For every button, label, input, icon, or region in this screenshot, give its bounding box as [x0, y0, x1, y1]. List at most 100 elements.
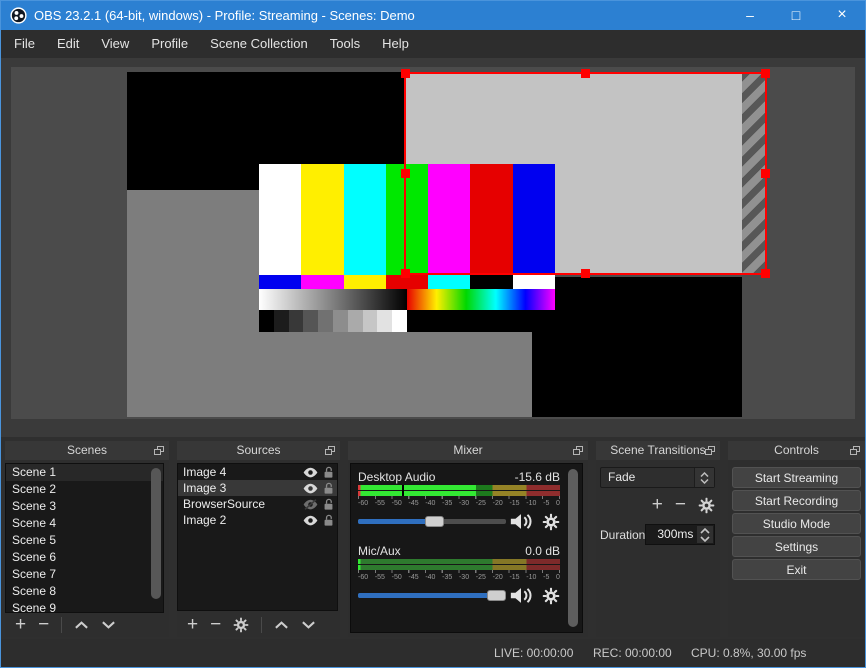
transition-properties-gear-icon[interactable] [698, 497, 715, 514]
source-list-item[interactable]: Image 3 [178, 480, 337, 496]
menu-help[interactable]: Help [371, 30, 420, 58]
scenes-scrollbar[interactable] [151, 468, 161, 599]
meter-tick-labels: -60 -55 -50 -45 -40 -35 -30 -25 -20 -15 -10 -5 0 [358, 500, 560, 507]
mixer-channel-mic-aux: Mic/Aux 0.0 dB -60 -55 -50 -45 -40 -35 -30 -25-… [358, 544, 560, 605]
lock-icon[interactable] [323, 514, 334, 527]
menu-edit[interactable]: Edit [46, 30, 90, 58]
scene-list-item[interactable]: Scene 4 [6, 515, 163, 532]
sources-list: Image 4 Image 3 BrowserSource Image 2 [177, 463, 338, 611]
channel-name: Desktop Audio [358, 470, 436, 484]
mixer-content: Desktop Audio -15.6 dB -60 -55 -50 -45 -40 -3… [350, 463, 583, 633]
source-up-button[interactable] [274, 620, 289, 630]
transitions-toolbar: + − [600, 495, 715, 514]
settings-button[interactable]: Settings [732, 536, 861, 557]
add-source-button[interactable]: + [187, 615, 198, 634]
channel-name: Mic/Aux [358, 544, 401, 558]
scene-list-item[interactable]: Scene 2 [6, 481, 163, 498]
obs-logo-icon[interactable] [10, 7, 27, 24]
volume-slider-thumb[interactable] [424, 516, 444, 527]
channel-settings-gear-icon[interactable] [542, 587, 560, 605]
float-panel-icon[interactable] [850, 446, 860, 455]
scene-list-item[interactable]: Scene 6 [6, 549, 163, 566]
selection-handle-top-right[interactable] [761, 69, 770, 78]
scene-down-button[interactable] [101, 620, 116, 630]
scene-up-button[interactable] [74, 620, 89, 630]
mixer-channel-desktop-audio: Desktop Audio -15.6 dB -60 -55 -50 -45 -40 -3… [358, 470, 560, 531]
lock-icon[interactable] [323, 498, 334, 511]
spin-down-icon[interactable] [700, 535, 710, 542]
selection-handle-top-left[interactable] [401, 69, 410, 78]
source-list-item[interactable]: BrowserSource [178, 496, 337, 512]
add-transition-button[interactable]: + [652, 495, 663, 514]
visibility-eye-icon[interactable] [302, 483, 319, 494]
mixer-panel: Mixer Desktop Audio -15.6 dB -60 -55 -50 -4… [348, 441, 588, 637]
start-streaming-button[interactable]: Start Streaming [732, 467, 861, 488]
controls-panel-header[interactable]: Controls [728, 441, 865, 460]
scene-list-item[interactable]: Scene 1 [6, 464, 163, 481]
float-panel-icon[interactable] [705, 446, 715, 455]
maximize-button[interactable]: □ [773, 1, 819, 30]
add-scene-button[interactable]: + [15, 615, 26, 634]
titlebar[interactable]: OBS 23.2.1 (64-bit, windows) - Profile: … [1, 1, 865, 30]
source-black-rect-bottom[interactable] [532, 277, 742, 417]
transition-selected-value: Fade [608, 470, 636, 484]
speaker-mute-icon[interactable] [509, 586, 533, 605]
scene-list-item[interactable]: Scene 5 [6, 532, 163, 549]
menu-profile[interactable]: Profile [140, 30, 199, 58]
scene-list-item[interactable]: Scene 8 [6, 583, 163, 600]
float-panel-icon[interactable] [154, 446, 164, 455]
source-properties-gear-icon[interactable] [233, 617, 249, 633]
source-down-button[interactable] [301, 620, 316, 630]
mixer-scrollbar[interactable] [568, 469, 578, 627]
menu-view[interactable]: View [90, 30, 140, 58]
scene-list-item[interactable]: Scene 3 [6, 498, 163, 515]
lock-icon[interactable] [323, 466, 334, 479]
minimize-button[interactable]: – [727, 1, 773, 30]
selection-handle-bottom-right[interactable] [761, 269, 770, 278]
volume-slider[interactable] [358, 590, 507, 601]
scene-list-item[interactable]: Scene 7 [6, 566, 163, 583]
menu-scene-collection[interactable]: Scene Collection [199, 30, 319, 58]
selection-handle-middle-left[interactable] [401, 168, 410, 178]
visibility-eye-icon[interactable] [302, 467, 319, 478]
mixer-panel-header[interactable]: Mixer [348, 441, 588, 460]
controls-panel: Controls Start Streaming Start Recording… [728, 441, 865, 637]
volume-slider[interactable] [358, 516, 506, 527]
menu-tools[interactable]: Tools [319, 30, 371, 58]
float-panel-icon[interactable] [325, 446, 335, 455]
volume-slider-thumb[interactable] [487, 590, 507, 601]
start-recording-button[interactable]: Start Recording [732, 490, 861, 511]
duration-spinbox[interactable]: 300ms [645, 524, 715, 545]
menu-file[interactable]: File [3, 30, 46, 58]
close-button[interactable]: × [819, 1, 865, 30]
transitions-panel-header[interactable]: Scene Transitions [596, 441, 720, 460]
transition-select[interactable]: Fade [600, 467, 715, 488]
visibility-eye-slash-icon[interactable] [302, 498, 319, 510]
remove-transition-button[interactable]: − [675, 495, 686, 514]
scenes-panel: Scenes Scene 1 Scene 2 Scene 3 Scene 4 S… [5, 441, 169, 637]
sources-panel: Sources Image 4 Image 3 BrowserSource Im… [177, 441, 340, 637]
source-list-item[interactable]: Image 4 [178, 464, 337, 480]
studio-mode-button[interactable]: Studio Mode [732, 513, 861, 534]
exit-button[interactable]: Exit [732, 559, 861, 580]
remove-scene-button[interactable]: − [38, 615, 49, 634]
visibility-eye-icon[interactable] [302, 515, 319, 526]
preview-area [1, 58, 865, 437]
selection-handle-bottom-left[interactable] [401, 269, 410, 278]
source-list-item[interactable]: Image 2 [178, 512, 337, 528]
selection-handle-top-center[interactable] [580, 69, 590, 78]
scenes-panel-header[interactable]: Scenes [5, 441, 169, 460]
duration-label: Duration [600, 527, 646, 542]
selection-handle-bottom-center[interactable] [580, 269, 590, 278]
channel-settings-gear-icon[interactable] [542, 513, 560, 531]
spin-up-icon[interactable] [700, 527, 710, 534]
volume-meter [358, 559, 560, 570]
selection-handle-middle-right[interactable] [761, 168, 770, 178]
sources-panel-header[interactable]: Sources [177, 441, 340, 460]
lock-icon[interactable] [323, 482, 334, 495]
selection-box[interactable] [401, 69, 770, 278]
float-panel-icon[interactable] [573, 446, 583, 455]
scene-list-item[interactable]: Scene 9 [6, 600, 163, 612]
remove-source-button[interactable]: − [210, 615, 221, 634]
speaker-mute-icon[interactable] [509, 512, 533, 531]
